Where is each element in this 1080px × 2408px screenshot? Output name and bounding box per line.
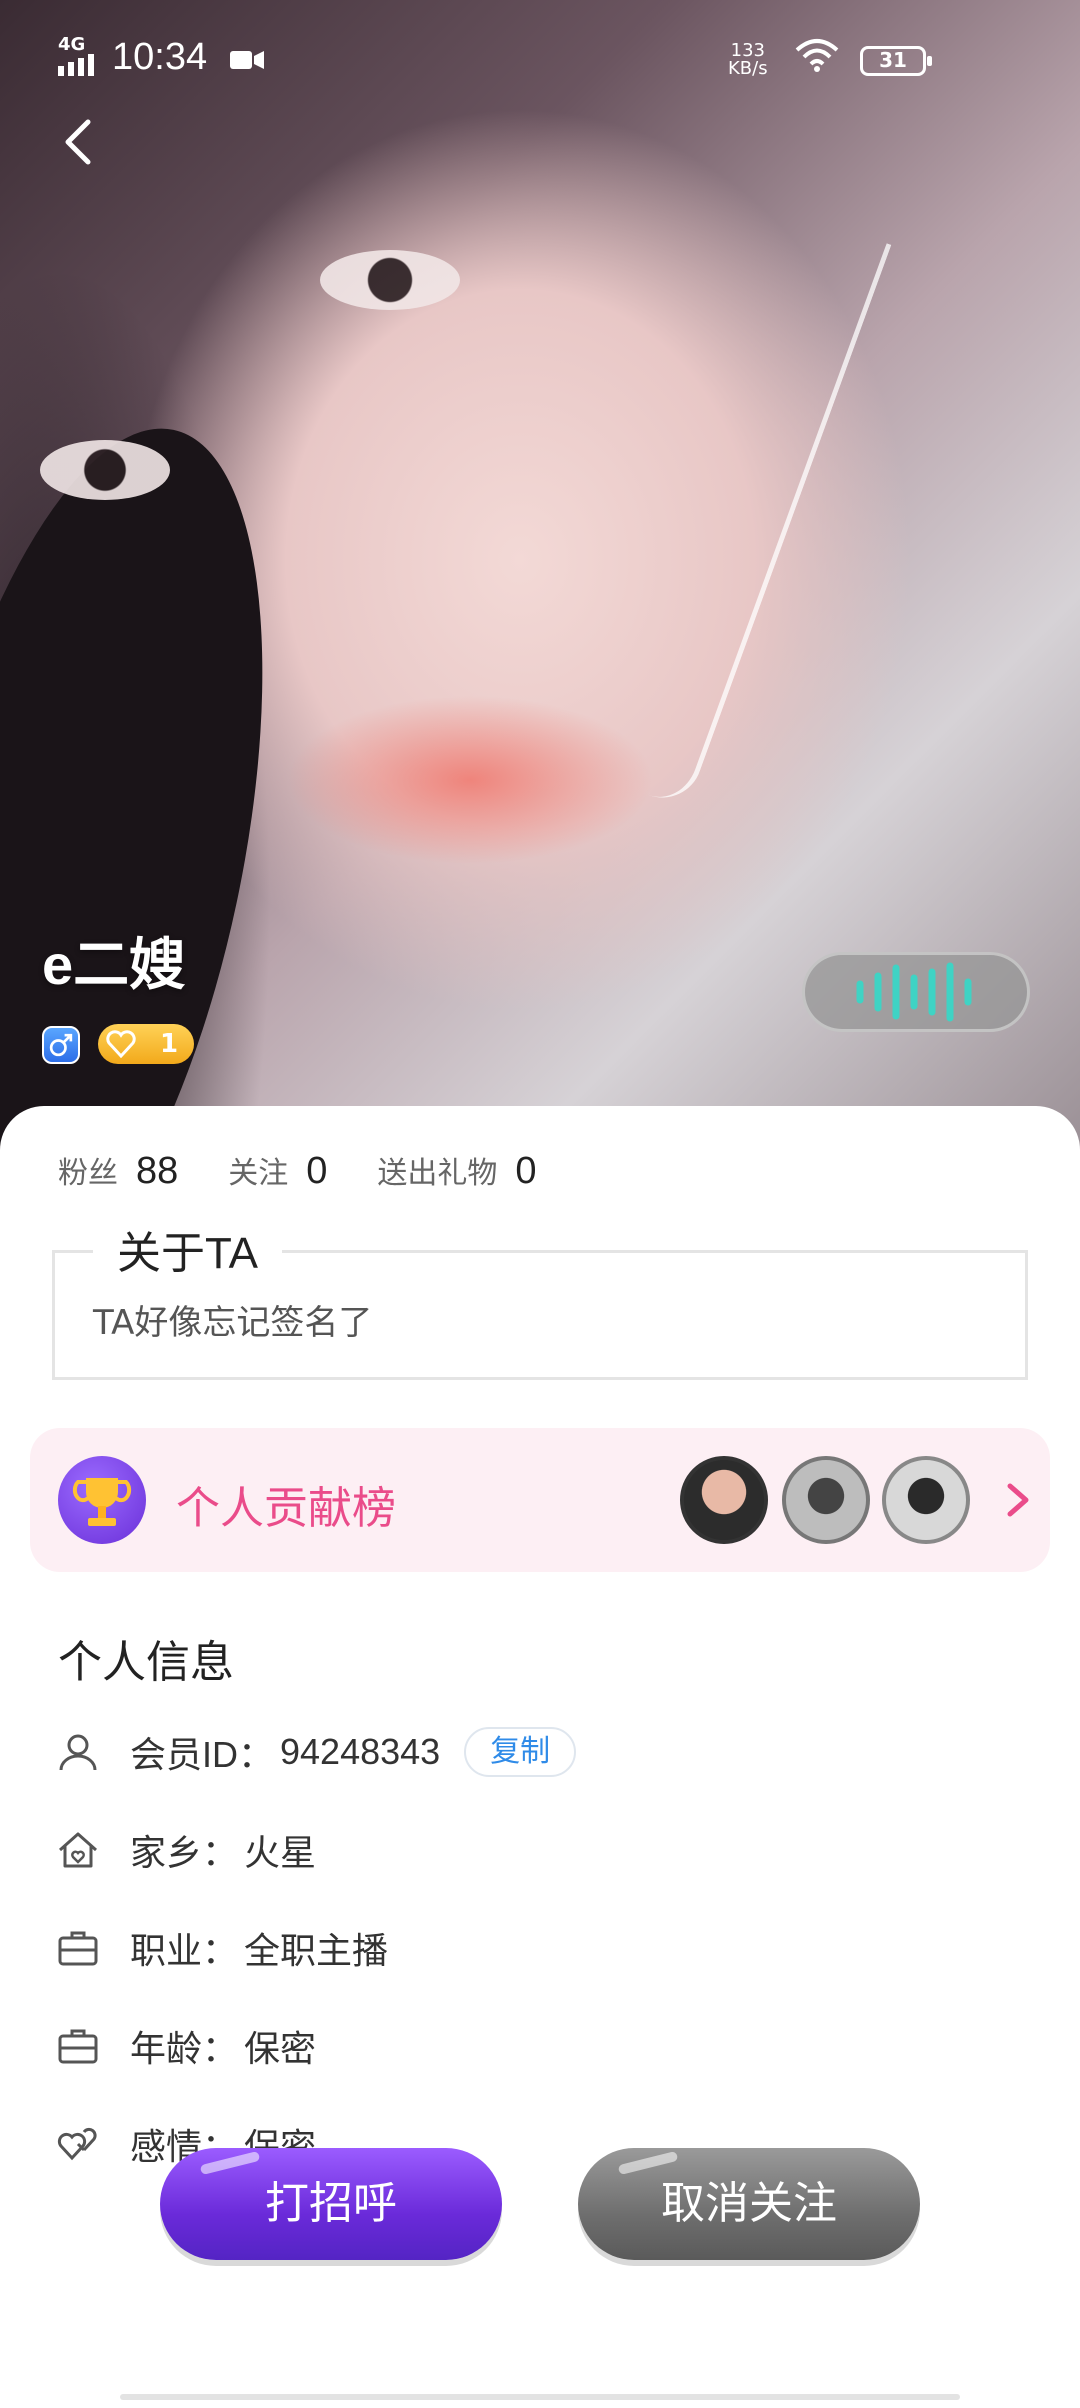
fans-count[interactable]: 88 (136, 1150, 178, 1193)
job-row: 职业： 全职主播 (56, 1918, 388, 1978)
greet-button[interactable]: 打招呼 (160, 2148, 502, 2260)
status-bar: 4G 10:34 133 KB/s 31 (0, 0, 1080, 120)
briefcase-icon (58, 2029, 98, 2064)
heart-icon (106, 1030, 136, 1058)
personal-info-title: 个人信息 (58, 1638, 234, 1687)
profile-nickname: e二嫂 (42, 933, 186, 996)
unfollow-button[interactable]: 取消关注 (578, 2148, 920, 2260)
follow-count[interactable]: 0 (306, 1150, 327, 1193)
earphone-cable (648, 231, 892, 809)
home-icon (59, 1832, 97, 1868)
job-label: 职业： (130, 1930, 239, 1971)
stats-row: 粉丝 88 关注 0 送出礼物 0 (58, 1148, 587, 1208)
back-arrow-icon[interactable] (48, 110, 112, 174)
speed-unit: KB/s (728, 58, 768, 79)
greet-label: 打招呼 (265, 2178, 397, 2229)
clock: 10:34 (112, 36, 208, 78)
briefcase-icon (58, 1931, 98, 1966)
member-id-row: 会员ID： 94248343 复制 (56, 1722, 577, 1782)
copy-id-button[interactable]: 复制 (464, 1727, 577, 1777)
contributor-avatar[interactable] (680, 1456, 768, 1544)
gifts-label: 送出礼物 (377, 1157, 498, 1190)
level-badge: 1 (98, 1024, 194, 1064)
follow-label: 关注 (228, 1157, 289, 1190)
rank-label: 个人贡献榜 (176, 1483, 396, 1534)
hearts-icon (57, 2127, 97, 2161)
user-icon (59, 1734, 97, 1771)
hometown-value: 火星 (244, 1832, 317, 1873)
member-id-value: 94248343 (280, 1731, 441, 1772)
battery-indicator: 31 (860, 46, 932, 76)
age-row: 年龄： 保密 (56, 2016, 316, 2076)
button-shine (617, 2150, 679, 2176)
age-label: 年龄： (130, 2028, 239, 2069)
signal-icon (58, 54, 94, 76)
about-section: 关于TA TA好像忘记签名了 (52, 1217, 1028, 1380)
hometown-label: 家乡： (130, 1832, 239, 1873)
male-symbol-icon (42, 1026, 80, 1064)
trophy-icon (58, 1456, 146, 1544)
home-indicator[interactable] (120, 2394, 960, 2400)
hometown-row: 家乡： 火星 (56, 1820, 316, 1880)
voice-intro-button[interactable] (802, 952, 1030, 1032)
job-value: 全职主播 (244, 1930, 389, 1971)
video-camera-icon (230, 51, 264, 69)
gifts-count: 0 (515, 1150, 537, 1192)
wifi-icon (795, 39, 839, 72)
button-shine (199, 2150, 261, 2176)
contributor-avatar[interactable] (782, 1456, 870, 1544)
sound-wave-icon (856, 962, 972, 1022)
level-value: 1 (160, 1029, 179, 1059)
contributor-avatar[interactable] (882, 1456, 970, 1544)
contribution-rank-banner[interactable]: 个人贡献榜 (30, 1428, 1050, 1572)
member-id-label: 会员ID： (130, 1734, 275, 1775)
eye-shape (320, 250, 460, 310)
about-signature: TA好像忘记签名了 (93, 1303, 373, 1343)
fans-label: 粉丝 (58, 1157, 118, 1190)
about-title: 关于TA (93, 1217, 282, 1281)
chevron-right-icon (1007, 1483, 1029, 1517)
network-speed: 133 KB/s (728, 42, 768, 78)
eye-shape (40, 440, 170, 500)
age-value: 保密 (244, 2028, 317, 2069)
unfollow-label: 取消关注 (661, 2178, 837, 2229)
